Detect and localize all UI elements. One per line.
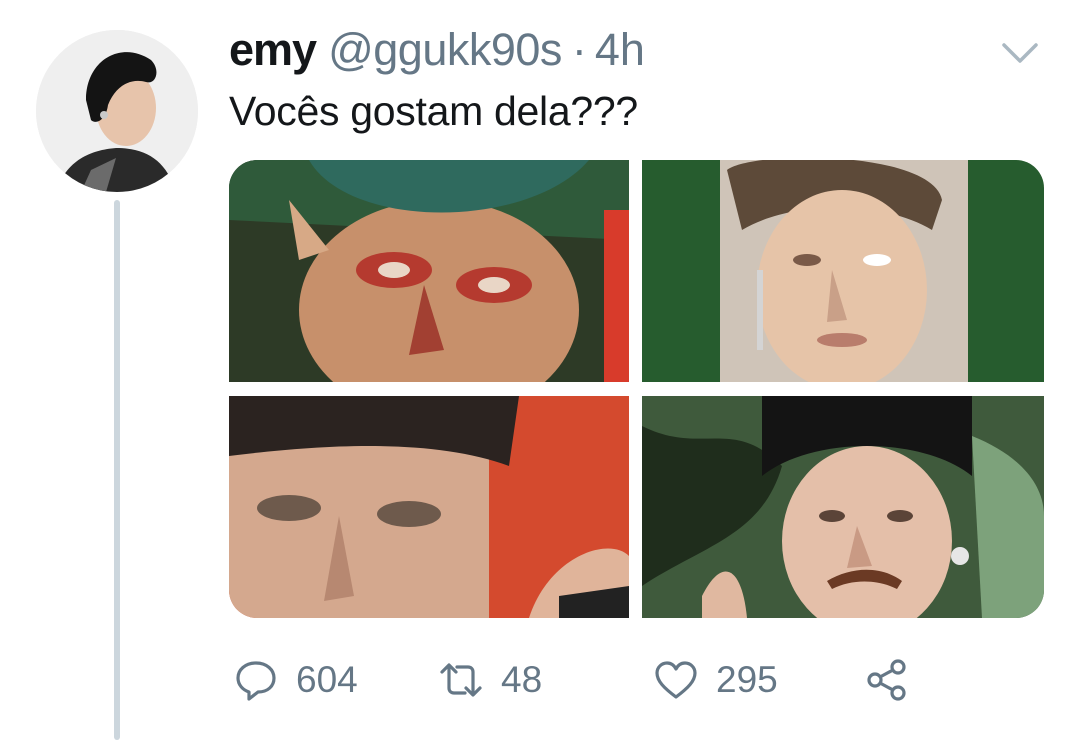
photo-image	[642, 396, 1044, 618]
timestamp[interactable]: 4h	[595, 24, 645, 76]
share-icon	[867, 659, 906, 701]
chevron-down-icon[interactable]	[1000, 40, 1040, 66]
photo-image	[229, 396, 629, 618]
like-count: 295	[716, 659, 778, 700]
media-photo-3[interactable]	[229, 396, 629, 618]
reply-icon	[236, 661, 276, 701]
media-grid	[229, 160, 1044, 618]
thread-line	[114, 200, 120, 740]
like-button[interactable]: 295	[654, 650, 778, 710]
media-photo-4[interactable]	[642, 396, 1044, 618]
photo-image	[229, 160, 629, 382]
reply-button[interactable]: 604	[234, 650, 358, 710]
share-button[interactable]	[865, 650, 909, 710]
tweet-header: emy @ggukk90s · 4h	[229, 24, 645, 84]
avatar-image	[36, 30, 198, 192]
media-photo-1[interactable]	[229, 160, 629, 382]
retweet-icon	[440, 663, 482, 697]
retweet-button[interactable]: 48	[439, 650, 542, 710]
heart-icon	[655, 661, 697, 699]
author-name[interactable]: emy	[229, 24, 317, 76]
media-photo-2[interactable]	[642, 160, 1044, 382]
photo-image	[642, 160, 1044, 382]
author-avatar[interactable]	[36, 30, 198, 192]
retweet-count: 48	[501, 659, 543, 700]
author-handle[interactable]: @ggukk90s	[328, 24, 562, 76]
tweet-actions: 604 48 295	[229, 650, 929, 710]
reply-count: 604	[296, 659, 358, 700]
tweet-text: Vocês gostam dela???	[229, 88, 638, 134]
separator-dot: ·	[571, 24, 587, 75]
